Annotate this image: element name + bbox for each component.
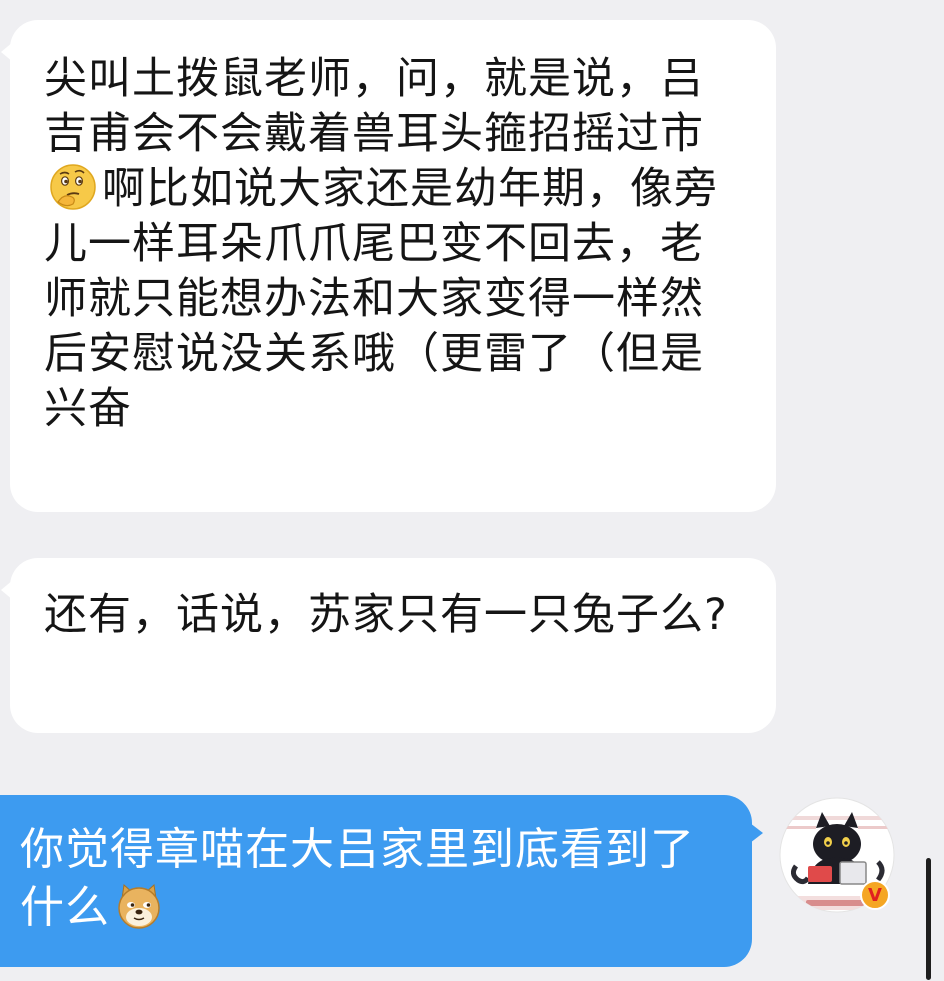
message-text: 还有，话说，苏家只有一只兔子么? bbox=[44, 590, 728, 640]
message-text: 啊比如说大家还是幼年期，像旁儿一样耳朵爪爪尾巴变不回去，老师就只能想办法和大家变… bbox=[44, 164, 718, 434]
incoming-message-bubble[interactable]: 还有，话说，苏家只有一只兔子么? bbox=[1, 558, 776, 733]
message-text: 尖叫土拨鼠老师，问，就是说，吕吉甫会不会戴着兽耳头箍招摇过市 bbox=[44, 54, 704, 159]
verified-badge: V bbox=[860, 880, 890, 910]
scrollbar[interactable] bbox=[926, 858, 931, 980]
outgoing-message-bubble[interactable]: 你觉得章喵在大吕家里到底看到了什么 bbox=[0, 795, 763, 967]
incoming-message-bubble[interactable]: 尖叫土拨鼠老师，问，就是说，吕吉甫会不会戴着兽耳头箍招摇过市 啊比如说大家还是幼… bbox=[1, 20, 776, 512]
doge-icon bbox=[114, 881, 164, 931]
chat-view: 尖叫土拨鼠老师，问，就是说，吕吉甫会不会戴着兽耳头箍招摇过市 啊比如说大家还是幼… bbox=[0, 0, 944, 981]
thinking-face-icon bbox=[48, 162, 98, 212]
